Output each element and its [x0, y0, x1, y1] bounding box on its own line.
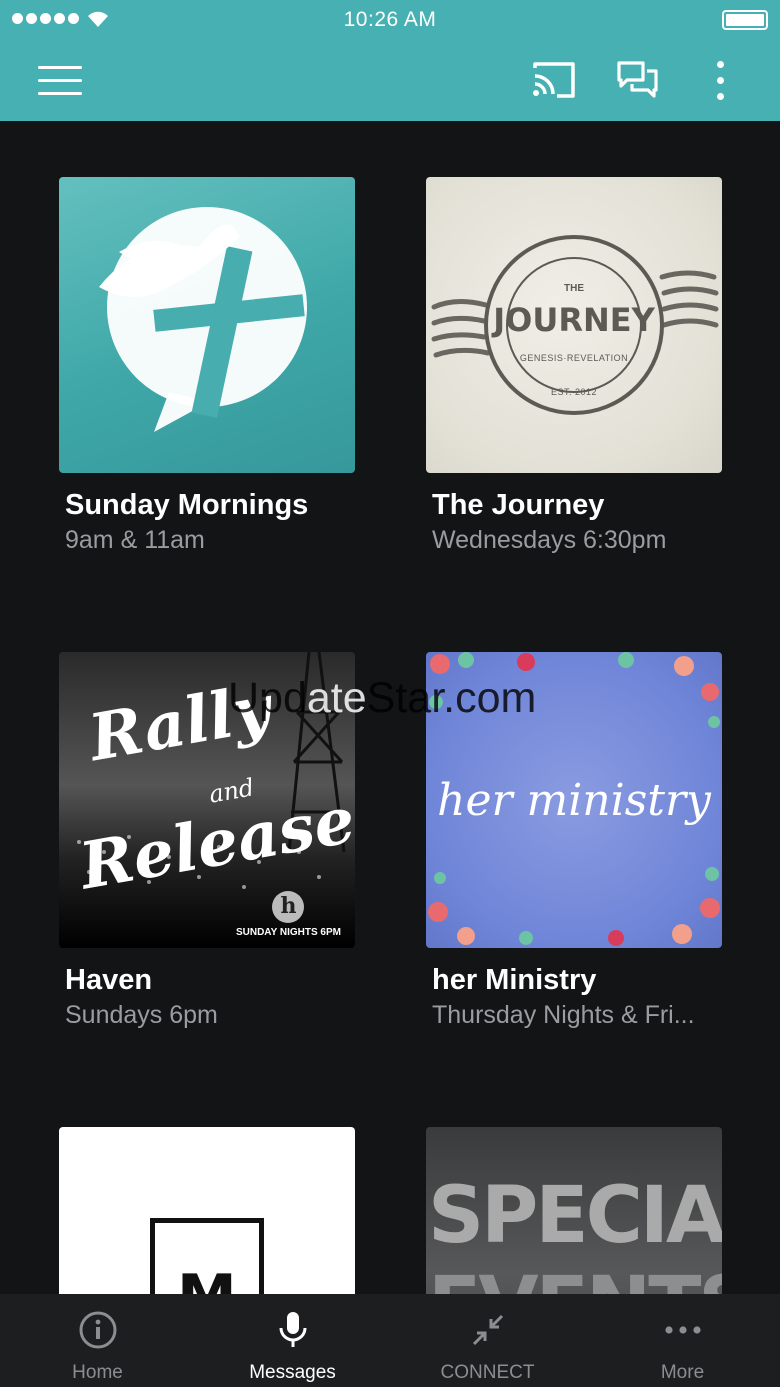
series-card-haven[interactable]: Rally and Release h SUNDAY NIGHTS 6PM Ha…: [59, 652, 355, 1030]
hamburger-menu-icon[interactable]: [38, 66, 82, 96]
series-card-m[interactable]: M: [59, 1127, 355, 1294]
tab-connect[interactable]: CONNECT: [390, 1294, 585, 1387]
series-title: Sunday Mornings: [65, 489, 309, 521]
series-subtitle: Wednesdays 6:30pm: [432, 526, 667, 554]
m-logo-letter: M: [177, 1267, 237, 1294]
chat-bubbles-icon[interactable]: [616, 60, 660, 100]
tab-messages[interactable]: Messages: [195, 1294, 390, 1387]
journey-art-the: THE: [564, 283, 584, 294]
series-title: Haven: [65, 964, 153, 996]
series-artwork: THE JOURNEY GENESIS·REVELATION EST. 2012: [426, 177, 722, 473]
series-card-sunday-mornings[interactable]: Sunday Mornings 9am & 11am: [59, 177, 355, 555]
her-ministry-art-text: her ministry: [437, 774, 711, 826]
series-artwork: her ministry: [426, 652, 722, 948]
haven-logo-icon: h: [272, 891, 305, 923]
special-events-art-line1: SPECIAL: [428, 1171, 722, 1261]
battery-icon: [722, 10, 768, 30]
tab-label: Home: [72, 1362, 123, 1383]
more-vertical-icon[interactable]: [706, 58, 734, 102]
microphone-icon: [279, 1312, 306, 1347]
series-title: her Ministry: [432, 964, 597, 996]
series-artwork: [59, 177, 355, 473]
tab-label: Messages: [249, 1362, 336, 1383]
series-card-her-ministry[interactable]: her ministry her Ministry Thursday Night…: [426, 652, 722, 1030]
journey-art-word: JOURNEY: [493, 301, 655, 339]
status-bar: 10:26 AM: [0, 0, 780, 40]
tab-home[interactable]: Home: [0, 1294, 195, 1387]
series-card-special-events[interactable]: SPECIAL EVENTS: [426, 1127, 722, 1294]
series-subtitle: 9am & 11am: [65, 526, 205, 554]
haven-badge-text: SUNDAY NIGHTS 6PM: [235, 927, 341, 938]
tab-label: CONNECT: [440, 1362, 535, 1383]
app-bar: [0, 40, 780, 121]
series-artwork: M: [59, 1127, 355, 1294]
series-artwork: SPECIAL EVENTS: [426, 1127, 722, 1294]
collapse-arrows-icon: [472, 1314, 503, 1346]
more-horizontal-icon: [664, 1326, 701, 1334]
tab-label: More: [660, 1362, 705, 1383]
dove-cross-logo-icon: [99, 207, 307, 432]
info-circle-icon: [79, 1311, 116, 1349]
bottom-tab-bar: Home Messages CONNECT More: [0, 1294, 780, 1387]
cast-icon[interactable]: [531, 60, 577, 100]
journey-art-est: EST. 2012: [550, 387, 598, 397]
tab-more[interactable]: More: [585, 1294, 780, 1387]
status-time: 10:26 AM: [343, 8, 437, 31]
series-title: The Journey: [432, 489, 605, 521]
series-subtitle: Sundays 6pm: [65, 1001, 218, 1029]
series-subtitle: Thursday Nights & Fri...: [432, 1001, 695, 1029]
special-events-art-line2: EVENTS: [428, 1267, 722, 1294]
messages-grid: Sunday Mornings 9am & 11am THE JOURNEY G…: [0, 121, 780, 1294]
haven-badge: h SUNDAY NIGHTS 6PM: [236, 891, 341, 938]
series-artwork: Rally and Release h SUNDAY NIGHTS 6PM: [59, 652, 355, 948]
series-card-the-journey[interactable]: THE JOURNEY GENESIS·REVELATION EST. 2012…: [426, 177, 722, 555]
journey-art-sub: GENESIS·REVELATION: [519, 353, 629, 363]
